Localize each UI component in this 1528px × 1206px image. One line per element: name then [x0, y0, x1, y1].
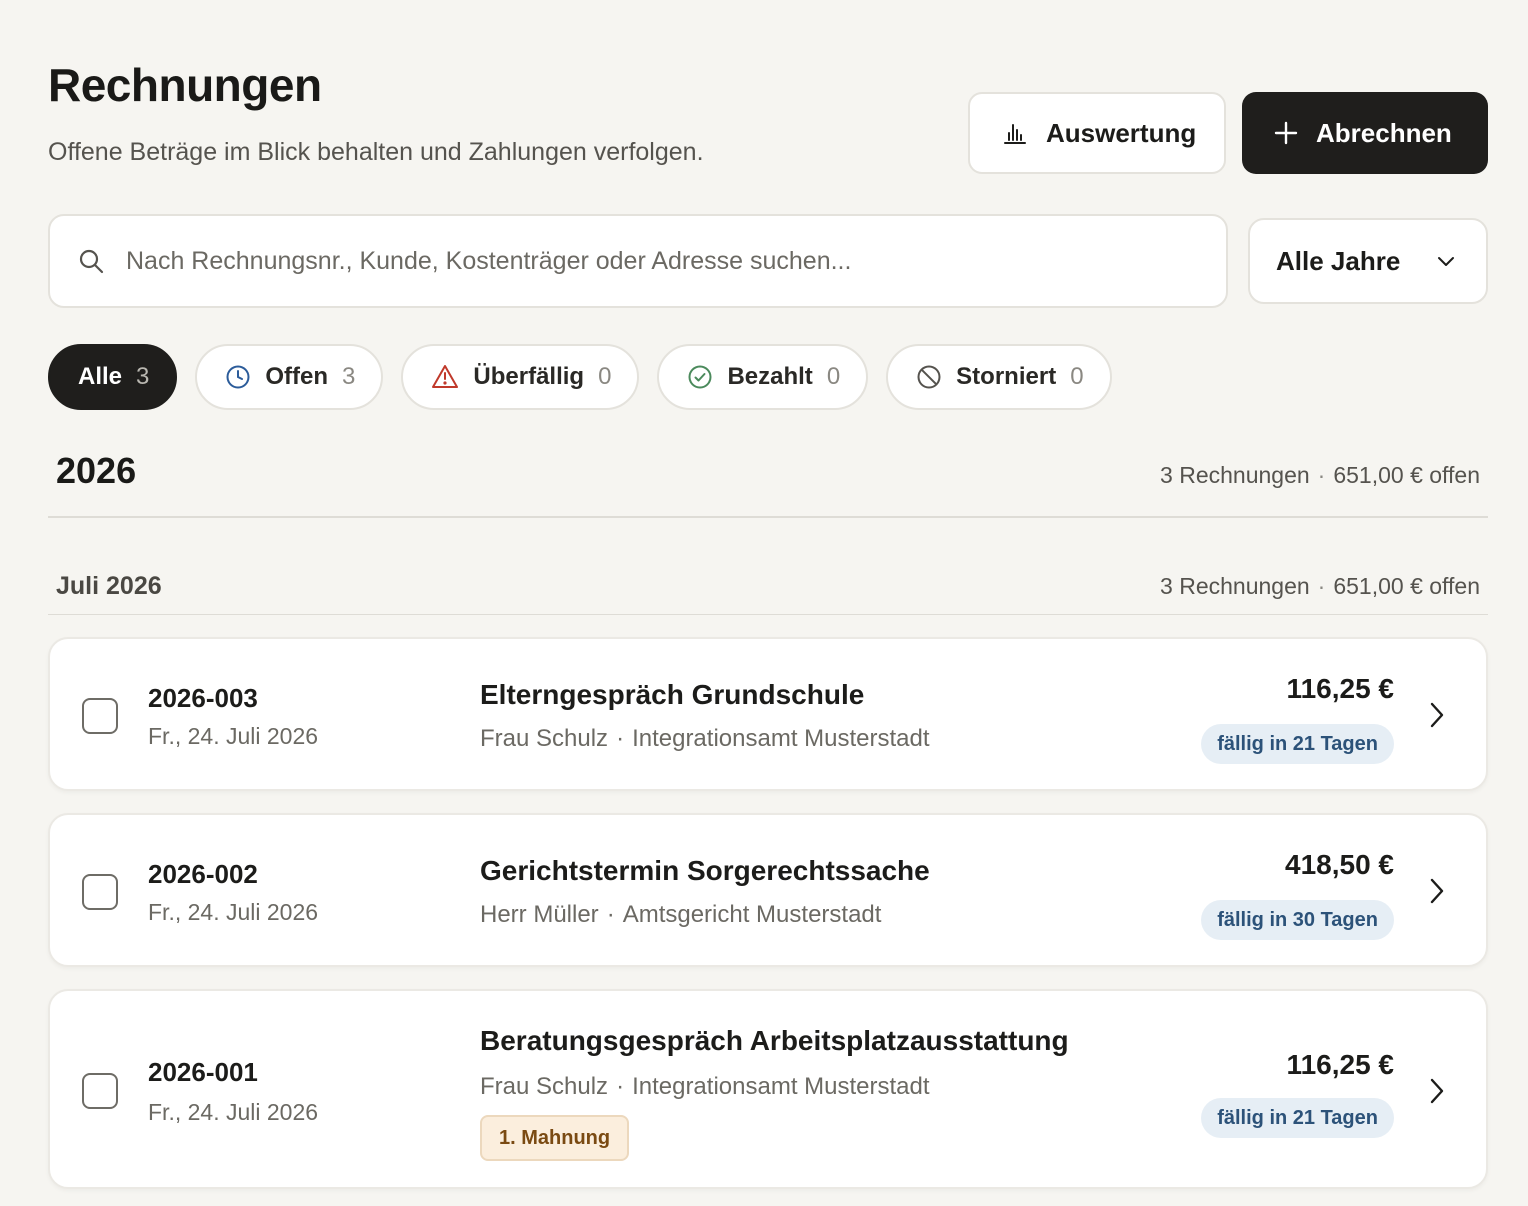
filter-open[interactable]: Offen 3 — [195, 344, 384, 410]
filter-count: 0 — [1070, 363, 1084, 390]
clock-icon — [226, 365, 250, 389]
invoice-card[interactable]: 2026-003 Fr., 24. Juli 2026 Elterngesprä… — [48, 637, 1488, 791]
plus-icon — [1274, 121, 1298, 145]
filter-overdue[interactable]: Überfällig 0 — [401, 344, 640, 410]
filter-label: Bezahlt — [727, 363, 813, 390]
year-select-value: Alle Jahre — [1276, 245, 1401, 276]
report-button[interactable]: Auswertung — [968, 92, 1226, 174]
page-title: Rechnungen — [48, 59, 322, 111]
year-select[interactable]: Alle Jahre — [1248, 218, 1488, 304]
due-badge: fällig in 21 Tagen — [1201, 724, 1394, 764]
report-button-label: Auswertung — [1046, 117, 1197, 148]
invoice-payer: Amtsgericht Musterstadt — [622, 901, 882, 928]
invoice-title: Elterngespräch Grundschule — [480, 679, 865, 710]
status-filters: Alle 3 Offen 3 Überfällig 0 Bezahlt 0 St… — [48, 344, 1112, 410]
invoice-client-line: Herr Müller · Amtsgericht Musterstadt — [480, 901, 882, 928]
search-icon — [79, 249, 104, 274]
reminder-badge: 1. Mahnung — [480, 1115, 630, 1161]
invoice-client-line: Frau Schulz · Integrationsamt Musterstadt — [480, 725, 930, 752]
chevron-right-icon[interactable] — [1426, 1077, 1446, 1105]
year-heading: 2026 — [56, 450, 137, 491]
year-open-amount: 651,00 € offen — [1333, 462, 1480, 488]
search-box — [48, 214, 1228, 308]
due-badge: fällig in 30 Tagen — [1201, 900, 1394, 940]
due-badge: fällig in 21 Tagen — [1201, 1098, 1394, 1138]
filter-label: Überfällig — [473, 363, 585, 390]
divider — [48, 516, 1488, 518]
invoice-payer: Integrationsamt Musterstadt — [632, 725, 930, 752]
invoice-date: Fr., 24. Juli 2026 — [148, 1099, 319, 1125]
invoice-number: 2026-002 — [148, 859, 258, 889]
invoice-amount: 418,50 € — [1285, 849, 1394, 880]
chevron-right-icon[interactable] — [1426, 701, 1446, 729]
invoice-client: Herr Müller — [480, 901, 599, 928]
invoice-amount: 116,25 € — [1286, 673, 1394, 704]
month-invoice-count: 3 Rechnungen — [1160, 573, 1310, 599]
invoice-client: Frau Schulz — [480, 725, 609, 752]
filter-count: 0 — [826, 363, 841, 390]
filter-count: 0 — [598, 363, 612, 390]
filter-cancelled[interactable]: Storniert 0 — [886, 344, 1112, 410]
invoice-title: Beratungsgespräch Arbeitsplatzausstattun… — [480, 1025, 1069, 1056]
check-circle-icon — [688, 365, 712, 389]
warning-icon — [432, 365, 459, 388]
invoice-date: Fr., 24. Juli 2026 — [148, 723, 319, 749]
filter-count: 3 — [342, 363, 356, 390]
month-heading: Juli 2026 — [56, 572, 162, 600]
invoice-amount: 116,25 € — [1286, 1049, 1394, 1080]
year-invoice-count: 3 Rechnungen — [1160, 462, 1310, 488]
create-invoice-button[interactable]: Abrechnen — [1242, 92, 1488, 174]
invoice-checkbox[interactable] — [82, 1073, 118, 1109]
divider — [48, 614, 1488, 615]
month-open-amount: 651,00 € offen — [1333, 573, 1480, 599]
invoice-number: 2026-001 — [148, 1057, 258, 1087]
invoice-checkbox[interactable] — [82, 698, 118, 734]
invoice-payer: Integrationsamt Musterstadt — [632, 1073, 930, 1100]
invoice-client-line: Frau Schulz · Integrationsamt Musterstadt — [480, 1073, 930, 1100]
invoice-checkbox[interactable] — [82, 874, 118, 910]
chevron-right-icon[interactable] — [1426, 877, 1446, 905]
invoice-date: Fr., 24. Juli 2026 — [148, 899, 319, 925]
invoice-card[interactable]: 2026-001 Fr., 24. Juli 2026 Beratungsges… — [48, 989, 1488, 1189]
filter-label: Alle — [78, 363, 123, 390]
month-summary: 3 Rechnungen · 651,00 € offen — [1160, 573, 1480, 599]
filter-paid[interactable]: Bezahlt 0 — [657, 344, 869, 410]
cancel-icon — [917, 365, 941, 389]
chevron-down-icon — [1438, 257, 1454, 266]
search-input[interactable] — [126, 246, 1166, 276]
invoice-card[interactable]: 2026-002 Fr., 24. Juli 2026 Gerichtsterm… — [48, 813, 1488, 967]
year-summary: 3 Rechnungen · 651,00 € offen — [1160, 462, 1480, 488]
filter-label: Offen — [265, 363, 329, 390]
page-subtitle: Offene Beträge im Blick behalten und Zah… — [48, 138, 704, 166]
invoice-number: 2026-003 — [148, 683, 258, 713]
filter-count: 3 — [136, 363, 150, 390]
create-invoice-label: Abrechnen — [1316, 117, 1452, 148]
filter-label: Storniert — [956, 363, 1057, 390]
bar-chart-icon — [1004, 124, 1026, 144]
invoice-client: Frau Schulz — [480, 1073, 609, 1100]
invoice-title: Gerichtstermin Sorgerechtssache — [480, 855, 930, 886]
filter-all[interactable]: Alle 3 — [48, 344, 178, 410]
